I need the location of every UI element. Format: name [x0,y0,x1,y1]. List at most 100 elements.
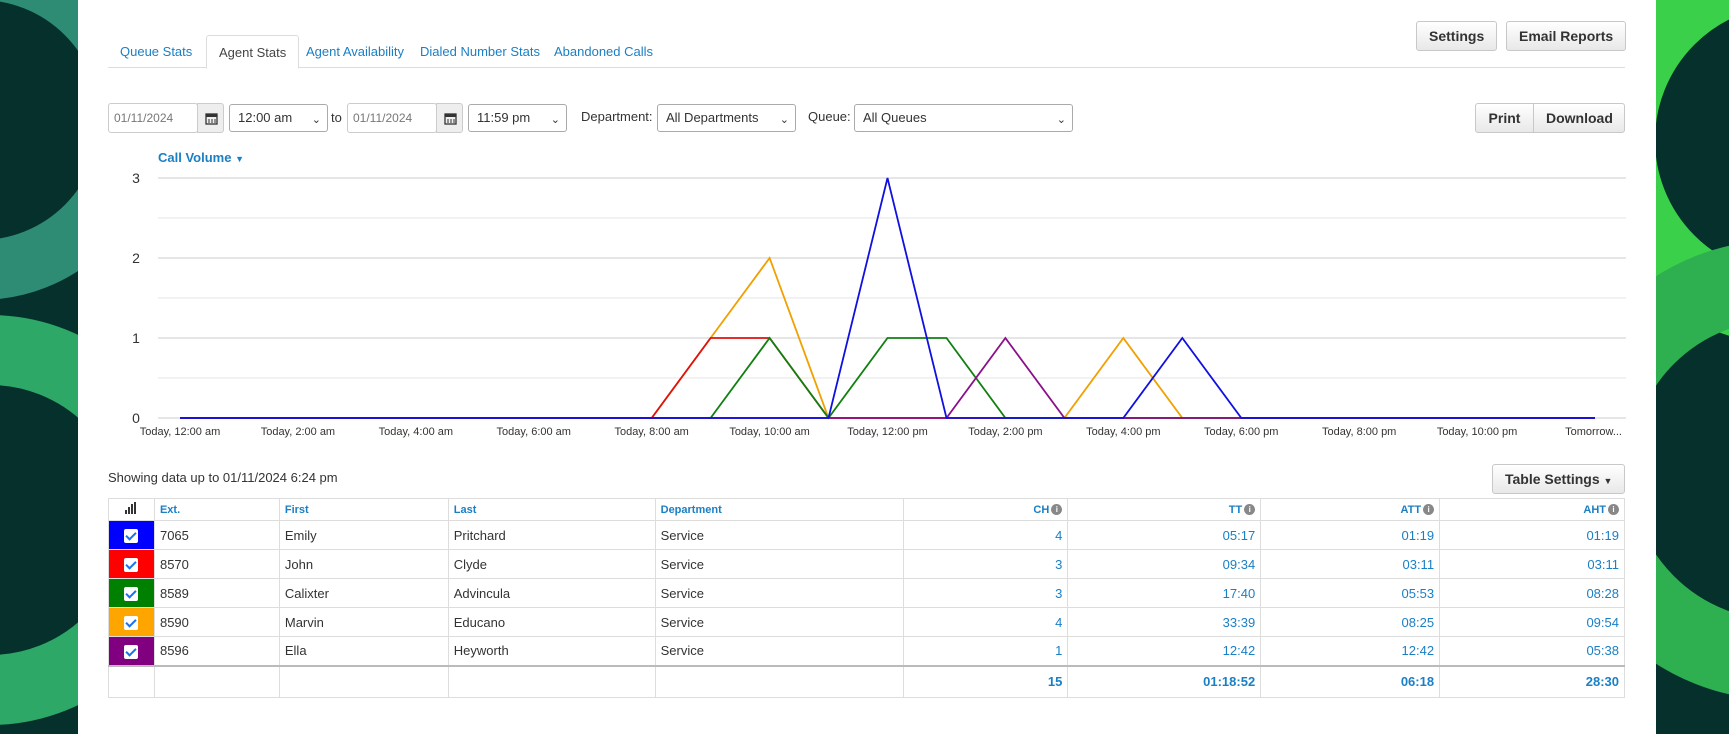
cell-last: Pritchard [447,520,656,550]
start-time-select[interactable]: 12:00 am ⌄ [229,104,328,132]
series-visibility-checkbox[interactable] [124,644,139,659]
info-icon[interactable]: i [1608,504,1619,516]
cell-aht[interactable]: 08:28 [1439,578,1625,608]
x-tick-label: Today, 4:00 am [379,426,453,438]
chart-toggle-header[interactable] [108,498,155,521]
cell-att[interactable]: 08:25 [1260,607,1441,637]
col-att[interactable]: ATT i [1260,498,1441,521]
series-visibility-checkbox[interactable] [124,528,139,543]
info-icon[interactable]: i [1423,504,1435,516]
cell-ext: 7065 [153,520,280,550]
cell-tt[interactable]: 09:34 [1067,549,1262,579]
col-department[interactable]: Department [654,498,905,521]
cell-ch[interactable]: 3 [903,549,1069,579]
cell-department: Service [654,578,905,608]
cell-aht[interactable]: 01:19 [1439,520,1625,550]
cell-att[interactable]: 05:53 [1260,578,1441,608]
table-row: 8596 Ella Heyworth Service 1 12:42 12:42… [108,636,1625,666]
tab-abandoned-calls[interactable]: Abandoned Calls [542,35,665,68]
col-att-label: ATT [1400,503,1422,516]
end-time-value: 11:59 pm [477,110,531,125]
start-date-calendar-button[interactable] [197,103,224,133]
tab-agent-availability[interactable]: Agent Availability [294,35,416,68]
cell-att[interactable]: 03:11 [1260,549,1441,579]
cell-att[interactable]: 12:42 [1260,636,1441,666]
x-tick-label: Today, 8:00 am [614,426,688,438]
tab-dialed-number-stats[interactable]: Dialed Number Stats [408,35,552,68]
info-icon[interactable]: i [1244,504,1256,516]
report-tabs: Queue Stats Agent Stats Agent Availabili… [108,35,1625,69]
table-settings-button[interactable]: Table Settings ▼ [1492,464,1626,494]
col-ch-label: CH [1033,503,1050,516]
cell-ch[interactable]: 3 [903,578,1069,608]
department-select[interactable]: All Departments ⌄ [657,104,796,132]
col-first[interactable]: First [278,498,449,521]
cell-department: Service [654,636,905,666]
start-date-input[interactable]: 01/11/2024 [108,103,198,133]
y-tick-label: 0 [132,410,140,426]
total-aht: 28:30 [1439,664,1625,698]
cell-tt[interactable]: 33:39 [1067,607,1262,637]
end-date-input[interactable]: 01/11/2024 [347,103,437,133]
x-tick-label: Today, 2:00 am [261,426,335,438]
total-ch: 15 [903,664,1069,698]
table-row: 8589 Calixter Advincula Service 3 17:40 … [108,578,1625,608]
chevron-down-icon: ⌄ [550,114,560,126]
series-color-swatch [108,549,155,579]
total-att: 06:18 [1260,664,1441,698]
cell-tt[interactable]: 12:42 [1067,636,1262,666]
print-button[interactable]: Print [1475,103,1534,133]
queue-select[interactable]: All Queues ⌄ [854,104,1073,132]
settings-button[interactable]: Settings [1416,21,1498,51]
cell-ext: 8590 [153,607,280,637]
table-settings-label: Table Settings [1505,471,1600,487]
cell-tt[interactable]: 05:17 [1067,520,1262,550]
cell-ch[interactable]: 1 [903,636,1069,666]
chevron-down-icon: ⌄ [311,114,321,126]
x-tick-label: Today, 6:00 pm [1204,426,1278,438]
x-tick-label: Today, 10:00 pm [1437,426,1518,438]
caret-down-icon: ▼ [1603,476,1613,486]
chevron-down-icon: ⌄ [1056,114,1066,126]
info-icon[interactable]: i [1051,504,1063,516]
series-color-swatch [108,607,155,637]
cell-aht[interactable]: 05:38 [1439,636,1625,666]
cell-ch[interactable]: 4 [903,607,1069,637]
cell-att[interactable]: 01:19 [1260,520,1441,550]
x-tick-label: Today, 6:00 am [497,426,571,438]
end-time-select[interactable]: 11:59 pm ⌄ [468,104,567,132]
main-panel: Queue Stats Agent Stats Agent Availabili… [78,0,1656,734]
data-timestamp-text: Showing data up to 01/11/2024 6:24 pm [108,470,338,485]
cell-department: Service [654,549,905,579]
x-tick-label: Today, 8:00 pm [1322,426,1396,438]
y-tick-label: 2 [132,250,140,266]
chevron-down-icon: ⌄ [779,114,789,126]
cell-aht[interactable]: 03:11 [1439,549,1625,579]
col-ch[interactable]: CH i [903,498,1069,521]
email-reports-button[interactable]: Email Reports [1506,21,1627,51]
download-button[interactable]: Download [1533,103,1625,133]
cell-first: Emily [278,520,449,550]
table-row: 8570 John Clyde Service 3 09:34 03:11 03… [108,549,1625,579]
totals-row: 15 01:18:52 06:18 28:30 [108,664,1625,698]
series-visibility-checkbox[interactable] [124,557,139,572]
total-tt: 01:18:52 [1067,664,1262,698]
col-ext[interactable]: Ext. [153,498,280,521]
tab-agent-stats[interactable]: Agent Stats [206,35,300,69]
calendar-icon [444,113,457,125]
cell-ch[interactable]: 4 [903,520,1069,550]
cell-aht[interactable]: 09:54 [1439,607,1625,637]
series-visibility-checkbox[interactable] [124,615,139,630]
end-date-calendar-button[interactable] [436,103,463,133]
table-header-row: Ext. First Last Department CH i TT i ATT i … [108,498,1625,521]
tab-queue-stats[interactable]: Queue Stats [108,35,204,68]
col-last[interactable]: Last [447,498,656,521]
agent-stats-table: Ext. First Last Department CH i TT i ATT i … [108,498,1625,698]
series-color-swatch [108,520,155,550]
cell-tt[interactable]: 17:40 [1067,578,1262,608]
col-tt[interactable]: TT i [1067,498,1262,521]
cell-last: Heyworth [447,636,656,666]
col-aht[interactable]: AHT i [1439,498,1625,521]
y-tick-label: 3 [132,170,140,186]
series-visibility-checkbox[interactable] [124,586,139,601]
